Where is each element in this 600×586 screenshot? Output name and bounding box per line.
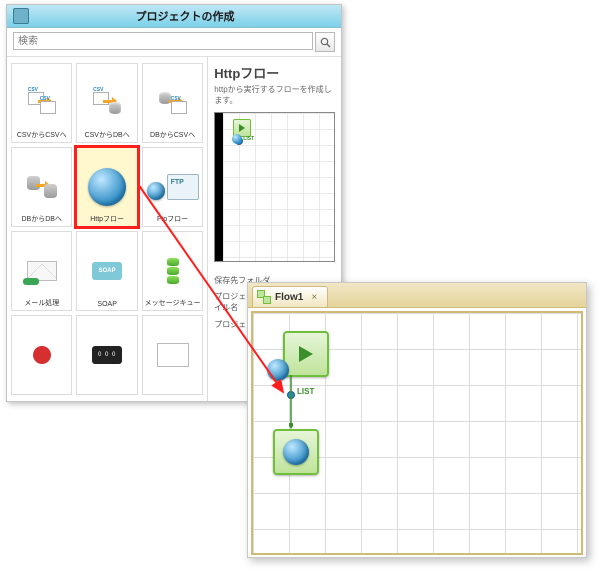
globe-overlay-icon [267, 359, 289, 381]
dialog-title: プロジェクトの作成 [35, 8, 335, 24]
flow-designer: Flow1 × LIST [247, 282, 587, 558]
template-csv-to-db[interactable]: CSVからDBへ [76, 63, 137, 143]
preview-globe-icon [229, 131, 245, 147]
csv-to-csv-icon [28, 92, 56, 114]
template-window-list[interactable] [142, 315, 203, 395]
db-to-csv-icon [159, 92, 187, 114]
template-message-queue[interactable]: メッセージキュー [142, 231, 203, 311]
http-node[interactable] [273, 429, 319, 475]
detail-title: Httpフロー [214, 63, 335, 82]
ftp-icon [147, 174, 199, 200]
template-http-flow[interactable]: Httpフロー [76, 147, 137, 227]
flow-preview: LIST [214, 112, 335, 262]
search-row [7, 28, 341, 57]
template-counter[interactable]: 0 0 0 [76, 315, 137, 395]
window-list-icon [157, 343, 189, 367]
app-icon [13, 8, 29, 24]
globe-icon [283, 439, 309, 465]
play-icon [299, 346, 313, 362]
counter-icon: 0 0 0 [92, 346, 122, 364]
flow-connector [289, 375, 293, 429]
globe-icon [88, 168, 126, 206]
template-db-to-db[interactable]: DBからDBへ [11, 147, 72, 227]
search-button[interactable] [315, 32, 335, 52]
flow-canvas[interactable]: LIST [251, 311, 583, 555]
template-pin[interactable] [11, 315, 72, 395]
flow-tab-bar: Flow1 × [248, 283, 586, 308]
template-db-to-csv[interactable]: DBからCSVへ [142, 63, 203, 143]
flow-tab-label: Flow1 [275, 292, 303, 303]
start-node[interactable] [283, 331, 329, 377]
mail-icon [27, 261, 57, 281]
search-input[interactable] [13, 32, 313, 50]
message-queue-icon [161, 258, 185, 284]
tab-flow1[interactable]: Flow1 × [252, 286, 328, 307]
close-icon[interactable]: × [311, 292, 317, 303]
search-icon [320, 37, 331, 48]
template-ftp-flow[interactable]: Ftpフロー [142, 147, 203, 227]
template-grid: CSVからCSVへ CSVからDBへ DBからCSVへ DBからDBへ Http… [7, 57, 208, 401]
detail-subtitle: httpから実行するフローを作成します。 [214, 84, 335, 106]
link-label: LIST [297, 387, 314, 396]
template-csv-to-csv[interactable]: CSVからCSVへ [11, 63, 72, 143]
flow-tab-icon [257, 290, 271, 304]
template-soap[interactable]: SOAP SOAP [76, 231, 137, 311]
soap-icon: SOAP [92, 262, 122, 280]
db-to-db-icon [27, 176, 57, 198]
csv-to-db-icon [93, 92, 121, 114]
dialog-titlebar[interactable]: プロジェクトの作成 [7, 5, 341, 28]
template-mail[interactable]: メール処理 [11, 231, 72, 311]
pin-icon [33, 346, 51, 364]
